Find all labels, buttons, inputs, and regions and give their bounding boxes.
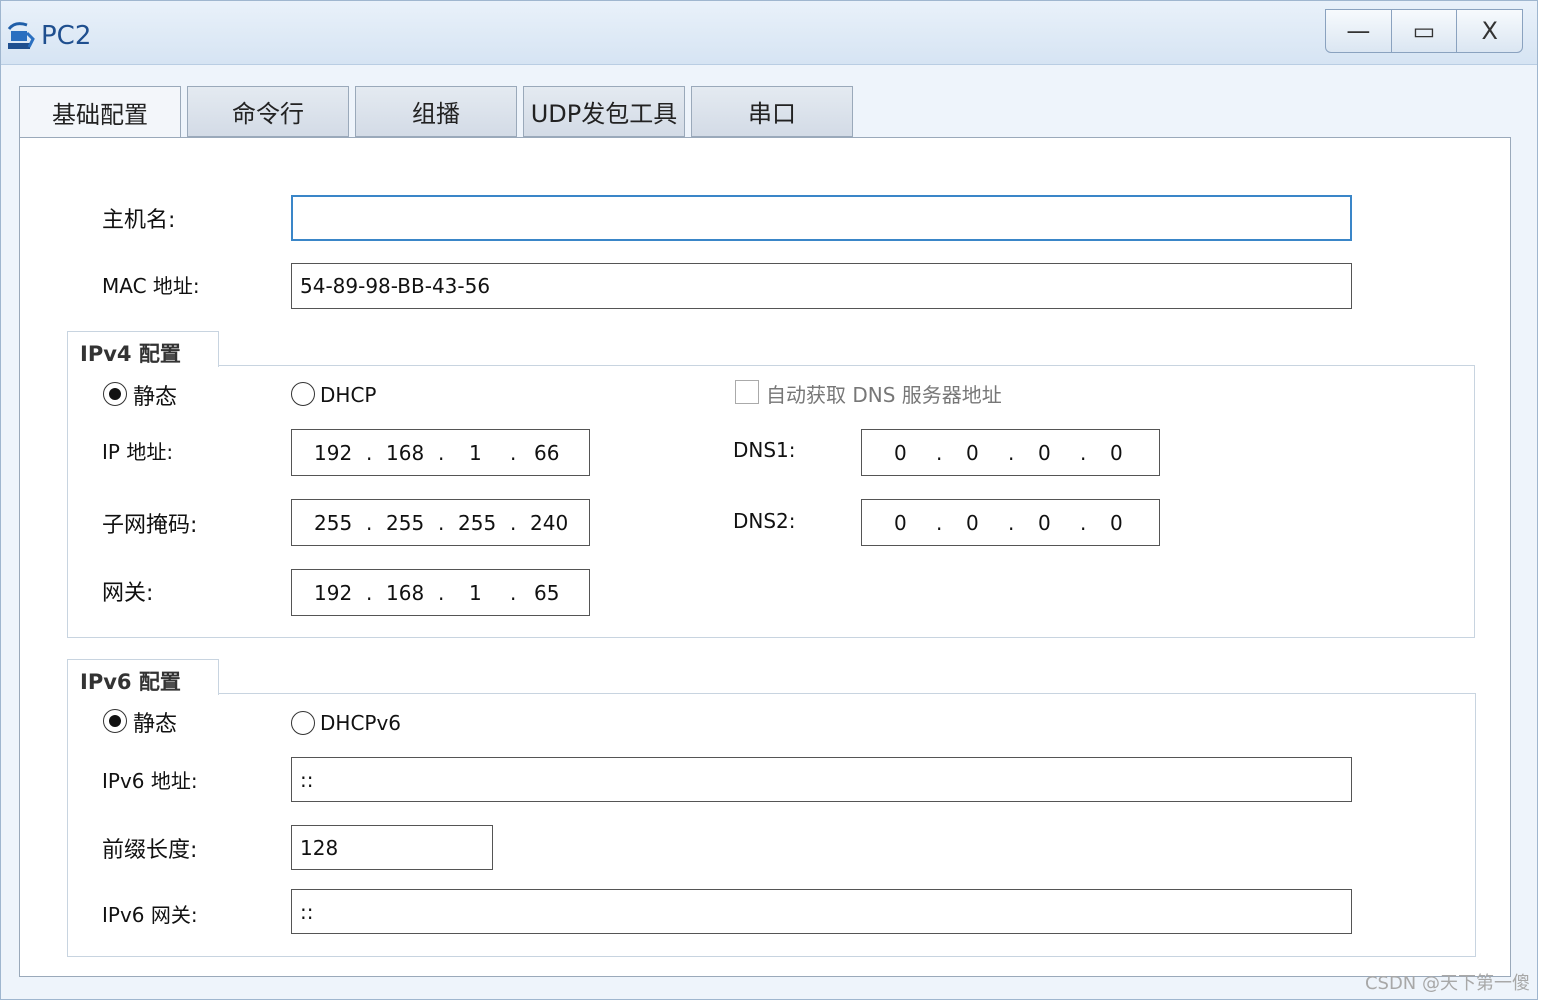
ip-dot: . <box>366 440 373 465</box>
mac-address-field[interactable]: 54-89-98-BB-43-56 <box>291 263 1352 309</box>
auto-dns-checkbox <box>735 380 759 404</box>
ip-dot: . <box>366 510 373 535</box>
ip-dot: . <box>438 510 445 535</box>
mask-octet-2: 255 <box>386 510 425 535</box>
tab-udp-tool[interactable]: UDP发包工具 <box>523 86 685 137</box>
mask-octet-1: 255 <box>314 510 353 535</box>
hostname-input[interactable] <box>291 195 1352 241</box>
ip-dot: . <box>438 440 445 465</box>
dns2-octet-3: 0 <box>1038 510 1051 535</box>
gateway-octet-2: 168 <box>386 580 425 605</box>
subnet-mask-label: 子网掩码: <box>102 513 198 538</box>
dns1-octet-4: 0 <box>1110 440 1123 465</box>
ip-dot: . <box>510 580 517 605</box>
ip-dot: . <box>1008 510 1015 535</box>
ipv6-gateway-label: IPv6 网关: <box>102 903 198 927</box>
ip-address-input[interactable]: 192 . 168 . 1 . 66 <box>291 429 590 476</box>
dns2-octet-2: 0 <box>966 510 979 535</box>
gateway-octet-4: 65 <box>534 580 560 605</box>
window-title: PC2 <box>41 21 92 51</box>
ipv6-static-radio[interactable] <box>103 709 127 733</box>
dns1-input[interactable]: 0 . 0 . 0 . 0 <box>861 429 1160 476</box>
ipv6-group-title: IPv6 配置 <box>67 659 219 695</box>
ipv4-static-label: 静态 <box>133 385 178 410</box>
dns1-label: DNS1: <box>733 438 796 462</box>
ipv6-gateway-input[interactable]: :: <box>291 889 1352 934</box>
ipv4-dhcp-label: DHCP <box>320 383 377 407</box>
dns1-octet-1: 0 <box>894 440 907 465</box>
ip-octet-4: 66 <box>534 440 560 465</box>
gateway-input[interactable]: 192 . 168 . 1 . 65 <box>291 569 590 616</box>
ip-octet-3: 1 <box>469 440 482 465</box>
title-bar[interactable]: PC2 — ▭ X <box>1 1 1537 65</box>
ipv4-group-title: IPv4 配置 <box>67 331 219 367</box>
ipv4-dhcp-radio[interactable] <box>291 382 315 406</box>
ip-dot: . <box>1080 510 1087 535</box>
prefix-length-input[interactable]: 128 <box>291 825 493 870</box>
pc2-window: PC2 — ▭ X 基础配置 命令行 组播 UDP发包工具 串口 主机名: MA… <box>0 0 1538 1000</box>
mask-octet-3: 255 <box>458 510 497 535</box>
ipv6-dhcp-label: DHCPv6 <box>320 711 402 735</box>
mac-label: MAC 地址: <box>102 274 200 298</box>
tab-bar: 基础配置 命令行 组播 UDP发包工具 串口 <box>19 86 859 138</box>
ipv6-static-label: 静态 <box>133 712 178 737</box>
ip-dot: . <box>366 580 373 605</box>
dns1-octet-3: 0 <box>1038 440 1051 465</box>
ip-dot: . <box>510 440 517 465</box>
dns2-octet-1: 0 <box>894 510 907 535</box>
ip-dot: . <box>438 580 445 605</box>
ipv6-dhcp-radio[interactable] <box>291 711 315 735</box>
ip-dot: . <box>1080 440 1087 465</box>
ip-dot: . <box>1008 440 1015 465</box>
window-controls: — ▭ X <box>1325 9 1523 53</box>
ipv6-address-input[interactable]: :: <box>291 757 1352 802</box>
auto-dns-label: 自动获取 DNS 服务器地址 <box>766 383 1002 407</box>
ip-dot: . <box>936 510 943 535</box>
tab-command-line[interactable]: 命令行 <box>187 86 349 137</box>
tab-multicast[interactable]: 组播 <box>355 86 517 137</box>
ip-dot: . <box>936 440 943 465</box>
basic-config-panel: 主机名: MAC 地址: 54-89-98-BB-43-56 IPv4 配置 静… <box>19 137 1511 977</box>
pc-app-icon <box>7 22 35 49</box>
hostname-label: 主机名: <box>102 208 176 233</box>
gateway-octet-1: 192 <box>314 580 353 605</box>
prefix-length-label: 前缀长度: <box>102 838 198 863</box>
close-button[interactable]: X <box>1456 10 1522 52</box>
maximize-button[interactable]: ▭ <box>1390 10 1457 52</box>
dns2-octet-4: 0 <box>1110 510 1123 535</box>
ipv6-address-label: IPv6 地址: <box>102 769 198 793</box>
ipv4-static-radio[interactable] <box>103 382 127 406</box>
dns1-octet-2: 0 <box>966 440 979 465</box>
tab-basic-config[interactable]: 基础配置 <box>19 86 181 138</box>
minimize-button[interactable]: — <box>1326 10 1391 52</box>
dns2-input[interactable]: 0 . 0 . 0 . 0 <box>861 499 1160 546</box>
mask-octet-4: 240 <box>530 510 569 535</box>
gateway-label: 网关: <box>102 581 154 606</box>
ip-address-label: IP 地址: <box>102 440 174 464</box>
dns2-label: DNS2: <box>733 509 796 533</box>
ip-dot: . <box>510 510 517 535</box>
csdn-watermark: CSDN @天下第一傻 <box>1364 973 1530 994</box>
subnet-mask-input[interactable]: 255 . 255 . 255 . 240 <box>291 499 590 546</box>
tab-serial[interactable]: 串口 <box>691 86 853 137</box>
ip-octet-1: 192 <box>314 440 353 465</box>
gateway-octet-3: 1 <box>469 580 482 605</box>
ip-octet-2: 168 <box>386 440 425 465</box>
